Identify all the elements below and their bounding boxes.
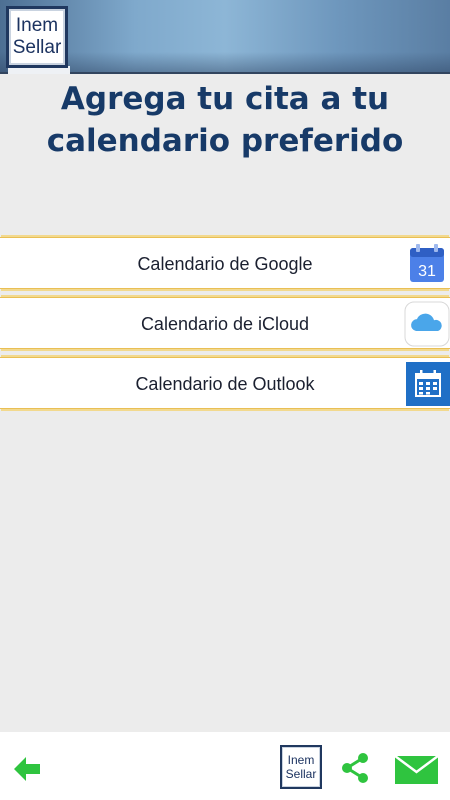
option-label: Calendario de Outlook bbox=[135, 374, 315, 394]
option-label: Calendario de Google bbox=[137, 254, 313, 274]
outlook-calendar-icon bbox=[406, 362, 450, 406]
bottom-toolbar: Inem Sellar bbox=[0, 732, 450, 800]
share-icon[interactable] bbox=[340, 752, 370, 784]
option-icloud-calendar[interactable]: Calendario de iCloud bbox=[0, 297, 450, 349]
option-outlook-calendar[interactable]: Calendario de Outlook bbox=[0, 357, 450, 409]
page-title: Agrega tu cita a tu calendario preferido bbox=[46, 81, 404, 159]
mail-icon[interactable] bbox=[395, 756, 438, 784]
option-google-calendar[interactable]: Calendario de Google 31 bbox=[0, 237, 450, 289]
bottom-logo-line2: Sellar bbox=[285, 767, 317, 781]
bottom-logo-button[interactable]: Inem Sellar bbox=[280, 745, 322, 789]
app-logo[interactable]: Inem Sellar bbox=[6, 6, 68, 68]
bottom-logo-line1: Inem bbox=[287, 753, 315, 767]
icloud-icon bbox=[404, 301, 450, 347]
logo-line1: Inem bbox=[15, 15, 59, 36]
google-calendar-day: 31 bbox=[418, 263, 436, 280]
logo-line2: Sellar bbox=[12, 37, 62, 58]
option-label: Calendario de iCloud bbox=[140, 314, 310, 334]
back-arrow-icon[interactable] bbox=[12, 754, 42, 784]
google-calendar-icon: 31 bbox=[410, 244, 444, 282]
